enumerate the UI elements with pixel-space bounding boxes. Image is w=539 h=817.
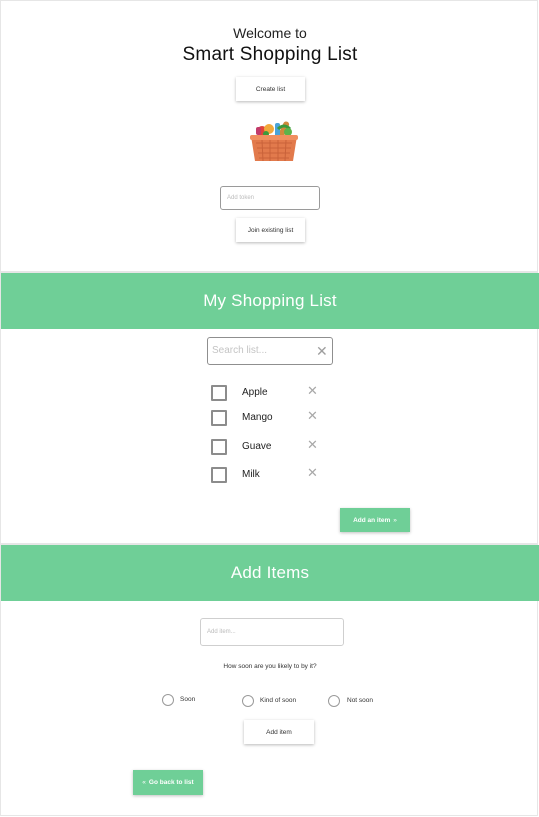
item-checkbox[interactable] [211, 467, 227, 483]
close-icon[interactable]: ✕ [307, 465, 318, 481]
close-icon[interactable]: ✕ [307, 383, 318, 399]
welcome-panel: Welcome to Smart Shopping List Create li… [0, 0, 538, 272]
likelihood-question: How soon are you likely to by it? [223, 663, 317, 670]
radio-label-not-soon: Not soon [347, 697, 374, 704]
go-back-label: Go back to list [148, 779, 194, 786]
add-an-item-button[interactable]: Add an item » [340, 508, 410, 532]
radio-label-soon: Soon [180, 696, 196, 703]
radio-label-kind-of-soon: Kind of soon [260, 697, 297, 704]
item-label: Guave [242, 441, 272, 452]
add-item-input[interactable]: Add item... [200, 618, 344, 646]
list-item: Milk ✕ [211, 465, 323, 485]
add-an-item-label: Add an item [353, 516, 391, 524]
radio-not-soon[interactable] [328, 695, 340, 707]
close-icon[interactable]: ✕ [316, 343, 328, 360]
close-icon[interactable]: ✕ [307, 437, 318, 453]
search-input[interactable]: Search list... ✕ [207, 337, 333, 365]
shopping-list-title: My Shopping List [203, 291, 337, 310]
list-item: Guave ✕ [211, 437, 323, 457]
add-item-submit-button[interactable]: Add item [244, 720, 314, 744]
add-items-title: Add Items [230, 563, 310, 582]
grocery-basket-icon [248, 117, 300, 163]
item-checkbox[interactable] [211, 385, 227, 401]
token-input[interactable]: Add token [220, 186, 320, 210]
radio-soon[interactable] [162, 694, 174, 706]
join-list-button[interactable]: Join existing list [236, 218, 305, 242]
close-icon[interactable]: ✕ [307, 408, 318, 424]
double-chevron-left-icon: « [142, 779, 146, 786]
list-item: Mango ✕ [211, 408, 323, 428]
add-items-header: Add Items [1, 545, 539, 601]
item-checkbox[interactable] [211, 439, 227, 455]
radio-kind-of-soon[interactable] [242, 695, 254, 707]
item-label: Mango [242, 412, 273, 423]
item-label: Apple [242, 387, 268, 398]
item-checkbox[interactable] [211, 410, 227, 426]
search-placeholder: Search list... [212, 345, 268, 356]
create-list-button[interactable]: Create list [236, 77, 305, 101]
shopping-list-header: My Shopping List [1, 273, 539, 329]
go-back-button[interactable]: « Go back to list [133, 770, 203, 795]
shopping-list-panel: My Shopping List Search list... ✕ Apple … [0, 272, 539, 544]
welcome-greeting: Welcome to [233, 25, 307, 41]
add-items-panel: Add Items Add item... How soon are you l… [0, 544, 539, 816]
app-title: Smart Shopping List [182, 44, 358, 65]
list-item: Apple ✕ [211, 383, 323, 403]
double-chevron-right-icon: » [393, 516, 397, 524]
item-label: Milk [242, 469, 260, 480]
